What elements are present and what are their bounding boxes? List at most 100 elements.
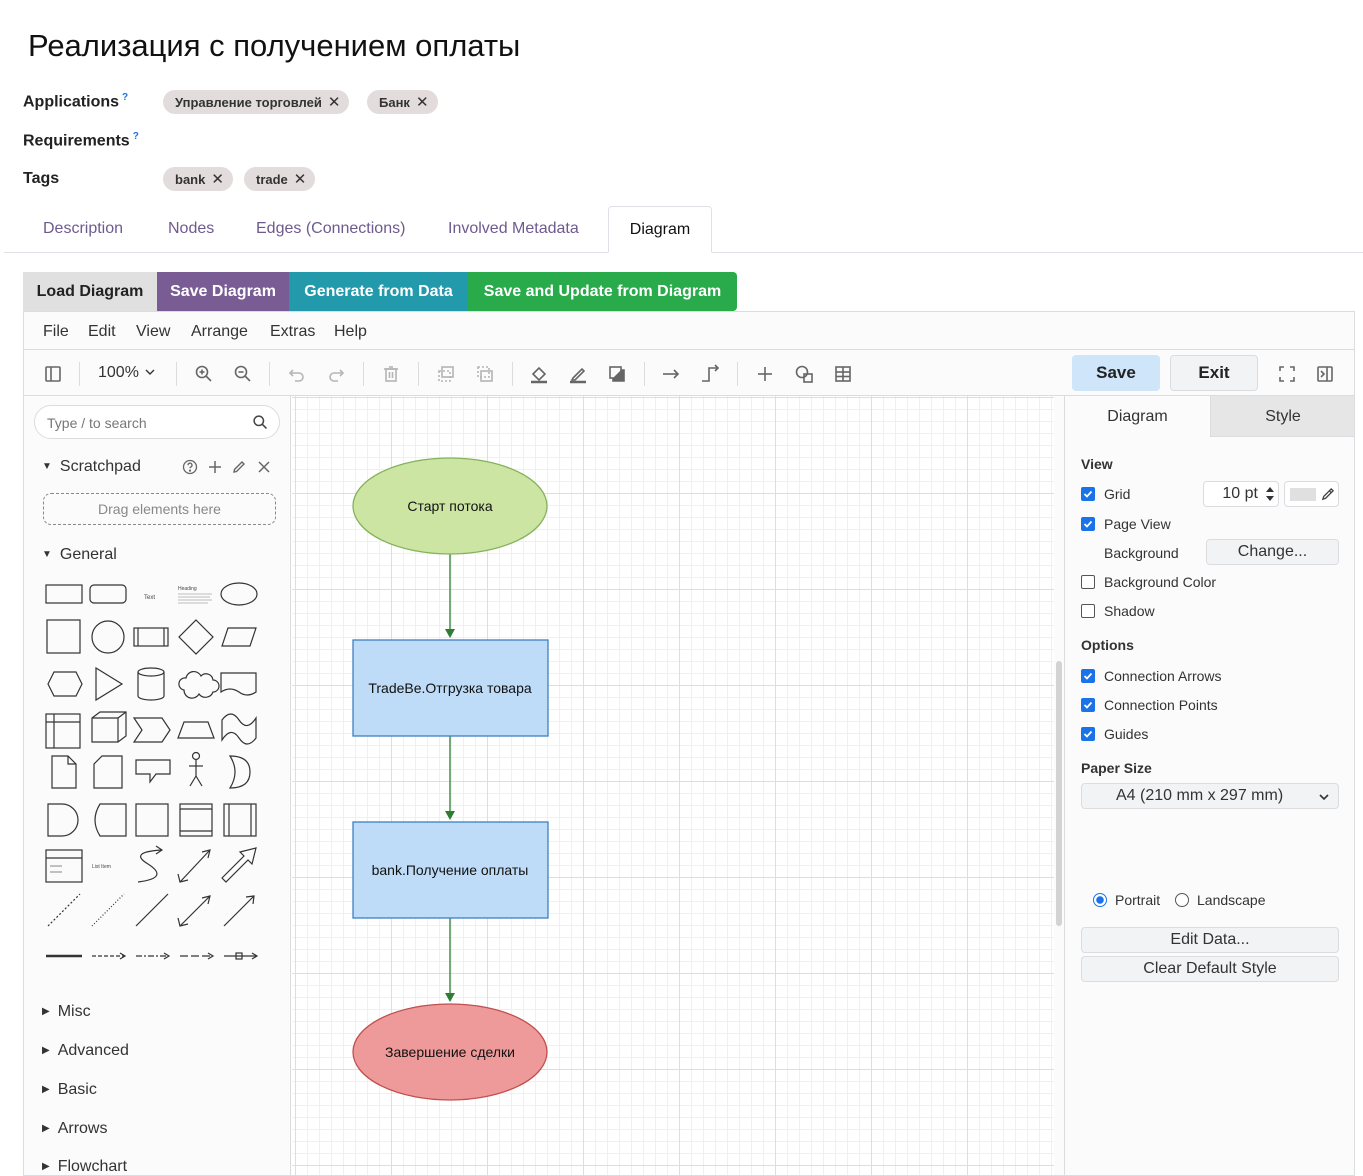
remove-tag-icon[interactable]: ✕ (328, 93, 341, 111)
check-icon (1083, 490, 1093, 498)
diagram-canvas[interactable]: Старт потока TradeBe.Отгрузка товара ban… (292, 396, 1054, 1175)
end-node[interactable]: Завершение сделки (352, 1003, 548, 1101)
view-heading: View (1081, 456, 1113, 472)
zoom-in-icon[interactable] (192, 362, 216, 386)
editor-save-button[interactable]: Save (1072, 355, 1160, 391)
edge-shipment-to-payment[interactable] (445, 736, 455, 820)
fullscreen-icon[interactable] (1275, 362, 1299, 386)
tab-involved-metadata[interactable]: Involved Metadata (448, 220, 579, 238)
load-diagram-button[interactable]: Load Diagram (23, 272, 157, 311)
save-diagram-button[interactable]: Save Diagram (157, 272, 289, 311)
editor-exit-button[interactable]: Exit (1170, 355, 1258, 391)
general-header[interactable]: ▼ General (42, 546, 117, 564)
general-shape-palette[interactable]: Text Heading List Item (40, 568, 280, 988)
remove-tag-icon[interactable]: ✕ (294, 170, 307, 188)
grid-size-input[interactable]: 10 pt (1203, 481, 1279, 507)
scratchpad-header[interactable]: ▼ Scratchpad (42, 458, 141, 476)
grid-checkbox[interactable]: Grid (1081, 486, 1130, 502)
shape-search-input[interactable]: Type / to search (34, 405, 280, 439)
requirements-label: Requirements? (23, 131, 139, 150)
help-icon[interactable] (182, 459, 198, 475)
tag-bank: bank ✕ (163, 167, 233, 191)
grid-color-picker[interactable] (1284, 481, 1339, 507)
undo-icon[interactable] (285, 362, 309, 386)
edge-payment-to-end[interactable] (445, 918, 455, 1002)
menu-edit[interactable]: Edit (88, 323, 116, 341)
stepper-icon[interactable] (1265, 484, 1275, 504)
generate-from-data-button[interactable]: Generate from Data (289, 272, 468, 311)
menu-help[interactable]: Help (334, 323, 367, 341)
toolbar: 100% Save Exit (24, 350, 1354, 396)
connection-arrow-icon[interactable] (659, 362, 683, 386)
menu-extras[interactable]: Extras (270, 323, 315, 341)
shadow-checkbox[interactable]: Shadow (1081, 603, 1155, 619)
arrows-section[interactable]: ▶ Arrows (42, 1120, 107, 1138)
background-color-checkbox[interactable]: Background Color (1081, 574, 1216, 590)
landscape-radio[interactable]: Landscape (1175, 892, 1266, 908)
eyedropper-icon (1321, 487, 1335, 501)
guides-checkbox[interactable]: Guides (1081, 726, 1148, 742)
remove-tag-icon[interactable]: ✕ (211, 170, 224, 188)
edge-start-to-shipment[interactable] (445, 554, 455, 638)
change-background-button[interactable]: Change... (1206, 539, 1339, 565)
to-back-icon[interactable] (473, 362, 497, 386)
scratchpad-dropzone[interactable]: Drag elements here (43, 493, 276, 525)
fill-color-icon[interactable] (527, 362, 551, 386)
palette-list-item[interactable]: List Item (92, 864, 111, 870)
menu-file[interactable]: File (43, 323, 69, 341)
shadow-icon[interactable] (605, 362, 629, 386)
page-view-checkbox[interactable]: Page View (1081, 516, 1171, 532)
edit-pencil-icon[interactable] (231, 459, 247, 475)
palette-heading-item[interactable]: Heading (178, 586, 197, 592)
applications-help-icon[interactable]: ? (122, 92, 128, 103)
connection-arrows-checkbox[interactable]: Connection Arrows (1081, 668, 1222, 684)
remove-tag-icon[interactable]: ✕ (416, 93, 429, 111)
edit-data-button[interactable]: Edit Data... (1081, 927, 1339, 953)
zoom-out-icon[interactable] (231, 362, 255, 386)
delete-icon[interactable] (379, 362, 403, 386)
tab-edges[interactable]: Edges (Connections) (256, 220, 405, 238)
shapes-sidebar: Type / to search ▼ Scratchpad Drag elemen… (24, 396, 291, 1175)
palette-text-item[interactable]: Text (144, 595, 155, 601)
collapse-panel-icon[interactable] (1313, 362, 1337, 386)
process-node-payment[interactable]: bank.Получение оплаты (352, 821, 549, 919)
tab-nodes[interactable]: Nodes (168, 220, 214, 238)
misc-section[interactable]: ▶ Misc (42, 1003, 91, 1021)
options-heading: Options (1081, 637, 1134, 653)
start-node[interactable]: Старт потока (352, 457, 548, 555)
zoom-dropdown[interactable]: 100% (98, 364, 155, 382)
menu-view[interactable]: View (136, 323, 170, 341)
menu-bar: File Edit View Arrange Extras Help (24, 312, 1354, 350)
tab-diagram[interactable]: Diagram (608, 206, 712, 253)
requirements-help-icon[interactable]: ? (133, 131, 139, 142)
redo-icon[interactable] (324, 362, 348, 386)
to-front-icon[interactable] (434, 362, 458, 386)
caret-right-icon: ▶ (42, 1045, 50, 1056)
connection-points-checkbox[interactable]: Connection Points (1081, 697, 1218, 713)
format-panel-toggle-icon[interactable] (41, 362, 65, 386)
format-tab-style[interactable]: Style (1210, 396, 1354, 437)
tags-label: Tags (23, 170, 60, 187)
insert-plus-icon[interactable] (753, 362, 777, 386)
table-icon[interactable] (831, 362, 855, 386)
clear-default-style-button[interactable]: Clear Default Style (1081, 956, 1339, 982)
shipment-node-label: TradeBe.Отгрузка товара (368, 680, 532, 696)
add-icon[interactable] (207, 459, 223, 475)
process-node-shipment[interactable]: TradeBe.Отгрузка товара (352, 639, 549, 737)
shapes-icon[interactable] (792, 362, 816, 386)
close-icon[interactable] (256, 459, 272, 475)
waypoints-icon[interactable] (698, 362, 722, 386)
payment-node-label: bank.Получение оплаты (372, 862, 529, 878)
tab-description[interactable]: Description (43, 220, 123, 238)
flowchart-section[interactable]: ▶ Flowchart (42, 1158, 127, 1175)
menu-arrange[interactable]: Arrange (191, 323, 248, 341)
basic-section[interactable]: ▶ Basic (42, 1081, 97, 1099)
format-tab-diagram[interactable]: Diagram (1065, 396, 1210, 437)
line-color-icon[interactable] (566, 362, 590, 386)
canvas-scrollbar[interactable] (1054, 396, 1064, 1175)
save-and-update-button[interactable]: Save and Update from Diagram (468, 272, 737, 311)
advanced-section[interactable]: ▶ Advanced (42, 1042, 129, 1060)
portrait-radio[interactable]: Portrait (1093, 892, 1160, 908)
start-node-label: Старт потока (407, 498, 492, 514)
paper-size-select[interactable]: A4 (210 mm x 297 mm) (1081, 783, 1339, 809)
